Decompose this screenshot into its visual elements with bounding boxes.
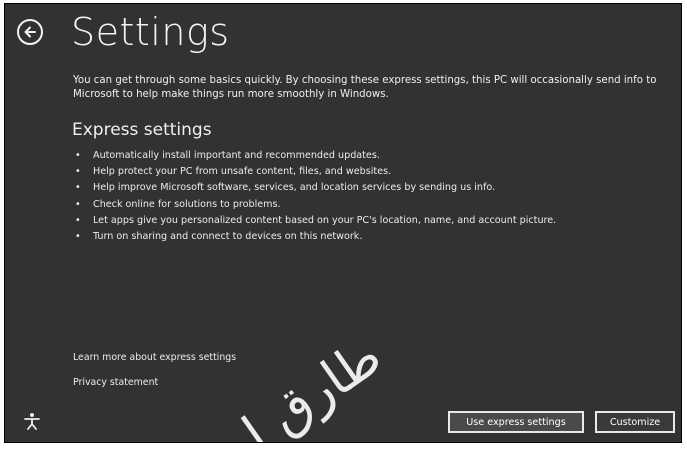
watermark: طارق ا — [232, 326, 392, 443]
express-settings-heading: Express settings — [72, 120, 212, 140]
ease-of-access-icon[interactable] — [23, 412, 41, 430]
list-item: Help protect your PC from unsafe content… — [73, 164, 556, 180]
privacy-statement-link[interactable]: Privacy statement — [73, 377, 158, 388]
learn-more-link[interactable]: Learn more about express settings — [73, 352, 236, 363]
intro-text: You can get through some basics quickly.… — [73, 75, 657, 100]
back-button[interactable] — [17, 19, 43, 45]
list-item: Check online for solutions to problems. — [73, 197, 556, 213]
list-item: Turn on sharing and connect to devices o… — [73, 229, 556, 245]
express-settings-list: Automatically install important and reco… — [73, 148, 556, 245]
page-title: Settings — [71, 10, 230, 54]
list-item: Help improve Microsoft software, service… — [73, 180, 556, 196]
use-express-settings-button[interactable]: Use express settings — [448, 411, 584, 433]
list-item: Let apps give you personalized content b… — [73, 213, 556, 229]
list-item: Automatically install important and reco… — [73, 148, 556, 164]
back-arrow-icon — [24, 26, 36, 38]
watermark-text: طارق ا — [232, 326, 392, 443]
customize-button[interactable]: Customize — [595, 411, 675, 433]
settings-screen: Settings You can get through some basics… — [4, 3, 682, 443]
